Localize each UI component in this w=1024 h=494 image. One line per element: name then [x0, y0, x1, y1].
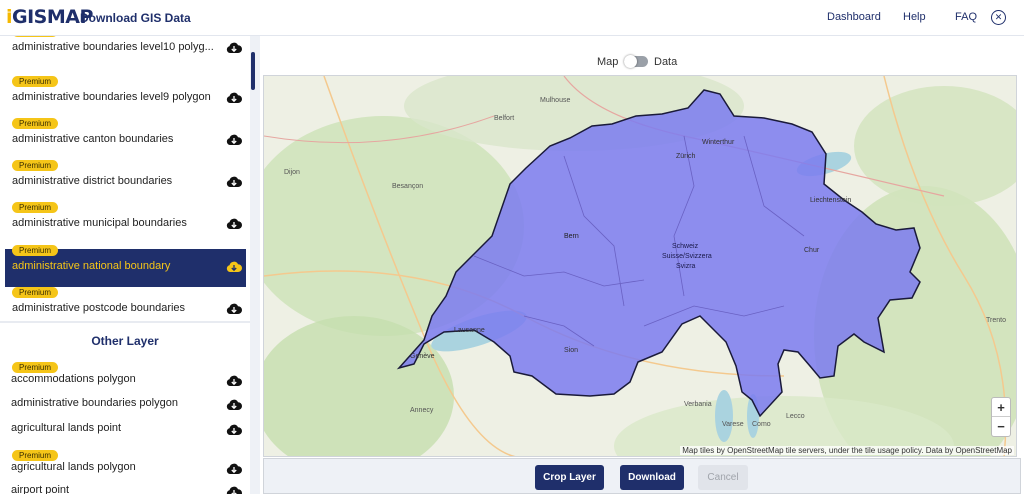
nav-faq[interactable]: FAQ: [955, 11, 977, 23]
layer-item[interactable]: Premium administrative district boundarie…: [5, 160, 246, 202]
premium-badge: Premium: [12, 118, 59, 129]
svg-text:Besançon: Besançon: [392, 183, 423, 190]
svg-text:Genève: Genève: [410, 353, 435, 360]
svg-text:Winterthur: Winterthur: [702, 139, 735, 146]
layer-label: agricultural lands polygon: [11, 461, 136, 473]
premium-badge: Premium: [12, 450, 59, 461]
svg-text:Verbania: Verbania: [684, 401, 712, 408]
map-view[interactable]: Mulhouse Belfort Dijon Besançon Liechten…: [263, 75, 1017, 457]
layer-item[interactable]: Premium administrative boundaries level10…: [5, 36, 246, 68]
premium-badge: Premium: [12, 287, 59, 298]
nav-dashboard[interactable]: Dashboard: [827, 11, 881, 23]
layer-label: agricultural lands point: [11, 422, 122, 434]
cloud-download-icon[interactable]: [226, 41, 242, 53]
zoom-control: + −: [991, 397, 1011, 437]
premium-badge: Premium: [12, 160, 59, 171]
zoom-in-button[interactable]: +: [992, 398, 1010, 417]
premium-badge: Premium: [12, 202, 59, 213]
action-bar: Crop Layer Download Cancel: [263, 458, 1021, 494]
cloud-download-icon[interactable]: [226, 374, 242, 386]
layer-label: administrative boundaries level10 polyg.…: [12, 41, 214, 53]
layer-item[interactable]: Premium administrative municipal boundari…: [5, 202, 246, 244]
layer-item[interactable]: Premium administrative national boundary: [5, 245, 246, 287]
other-layer-item[interactable]: administrative boundaries polygon: [5, 392, 246, 416]
toggle-knob: [624, 55, 637, 68]
cloud-download-icon[interactable]: [226, 175, 242, 187]
svg-text:Liechtenstein: Liechtenstein: [810, 197, 851, 204]
other-layer-title: Other Layer: [91, 334, 159, 348]
svg-text:Svizra: Svizra: [676, 263, 696, 270]
premium-badge: Premium: [12, 362, 59, 373]
layer-label: administrative district boundaries: [12, 175, 173, 187]
app-title: Download GIS Data: [80, 11, 191, 25]
svg-text:Bern: Bern: [564, 233, 579, 240]
other-layer-item[interactable]: Premium accommodations polygon: [5, 358, 246, 386]
layer-label: administrative municipal boundaries: [12, 217, 187, 229]
layer-label: administrative postcode boundaries: [12, 302, 186, 314]
svg-text:Mulhouse: Mulhouse: [540, 97, 570, 104]
layer-label: airport point: [11, 484, 70, 494]
svg-text:Annecy: Annecy: [410, 407, 434, 414]
layer-label: administrative boundaries level9 polygon: [12, 91, 211, 103]
cloud-download-icon[interactable]: [226, 217, 242, 229]
svg-text:Lausanne: Lausanne: [454, 327, 485, 334]
layer-item[interactable]: Premium administrative postcode boundarie…: [5, 287, 246, 329]
layer-item[interactable]: Premium administrative canton boundaries: [5, 118, 246, 160]
sidebar-scrollbar[interactable]: [250, 36, 260, 494]
svg-text:Como: Como: [752, 421, 771, 428]
svg-text:Suisse/Svizzera: Suisse/Svizzera: [662, 253, 712, 260]
cancel-button[interactable]: Cancel: [698, 465, 748, 490]
svg-text:Belfort: Belfort: [494, 115, 514, 122]
cloud-download-icon[interactable]: [226, 260, 242, 272]
layer-label: administrative boundaries polygon: [11, 397, 178, 409]
map-attribution: Map tiles by OpenStreetMap tile servers,…: [680, 446, 1014, 455]
cloud-download-icon[interactable]: [226, 91, 242, 103]
svg-text:Trento: Trento: [986, 317, 1006, 324]
cloud-download-icon[interactable]: [226, 302, 242, 314]
svg-text:Varese: Varese: [722, 421, 744, 428]
cloud-download-icon[interactable]: [226, 423, 242, 435]
cloud-download-icon[interactable]: [226, 133, 242, 145]
close-icon[interactable]: ✕: [991, 10, 1006, 25]
cloud-download-icon[interactable]: [226, 398, 242, 410]
layer-sidebar: Premium administrative boundaries level10…: [0, 36, 252, 494]
layer-label: administrative national boundary: [12, 260, 171, 272]
map-canvas: Mulhouse Belfort Dijon Besançon Liechten…: [264, 76, 1016, 456]
svg-text:Chur: Chur: [804, 247, 820, 254]
layer-label: administrative canton boundaries: [12, 133, 174, 145]
svg-text:Lecco: Lecco: [786, 413, 805, 420]
layer-item[interactable]: Premium administrative boundaries level9 …: [5, 76, 246, 118]
svg-text:Sion: Sion: [564, 347, 578, 354]
premium-badge: Premium: [12, 36, 59, 37]
top-header: iGISMAP Download GIS Data Dashboard Help…: [0, 0, 1024, 36]
layer-label: accommodations polygon: [11, 373, 136, 385]
cloud-download-icon[interactable]: [226, 485, 242, 494]
other-layer-item[interactable]: Premium agricultural lands polygon: [5, 446, 246, 474]
toggle-data-label: Data: [654, 56, 678, 68]
section-divider: [0, 321, 250, 323]
nav-help[interactable]: Help: [903, 11, 926, 23]
sidebar-scroll-thumb[interactable]: [251, 52, 255, 90]
svg-text:Schweiz: Schweiz: [672, 243, 699, 250]
svg-text:Dijon: Dijon: [284, 169, 300, 176]
crop-layer-button[interactable]: Crop Layer: [535, 465, 604, 490]
download-button[interactable]: Download: [620, 465, 684, 490]
zoom-out-button[interactable]: −: [992, 417, 1010, 436]
other-layer-item[interactable]: airport point: [5, 479, 246, 494]
premium-badge: Premium: [12, 76, 59, 87]
svg-text:Zürich: Zürich: [676, 153, 696, 160]
map-data-toggle[interactable]: [624, 55, 648, 68]
cloud-download-icon[interactable]: [226, 462, 242, 474]
premium-badge: Premium: [12, 245, 59, 256]
toggle-map-label: Map: [597, 56, 619, 68]
other-layer-item[interactable]: agricultural lands point: [5, 417, 246, 441]
